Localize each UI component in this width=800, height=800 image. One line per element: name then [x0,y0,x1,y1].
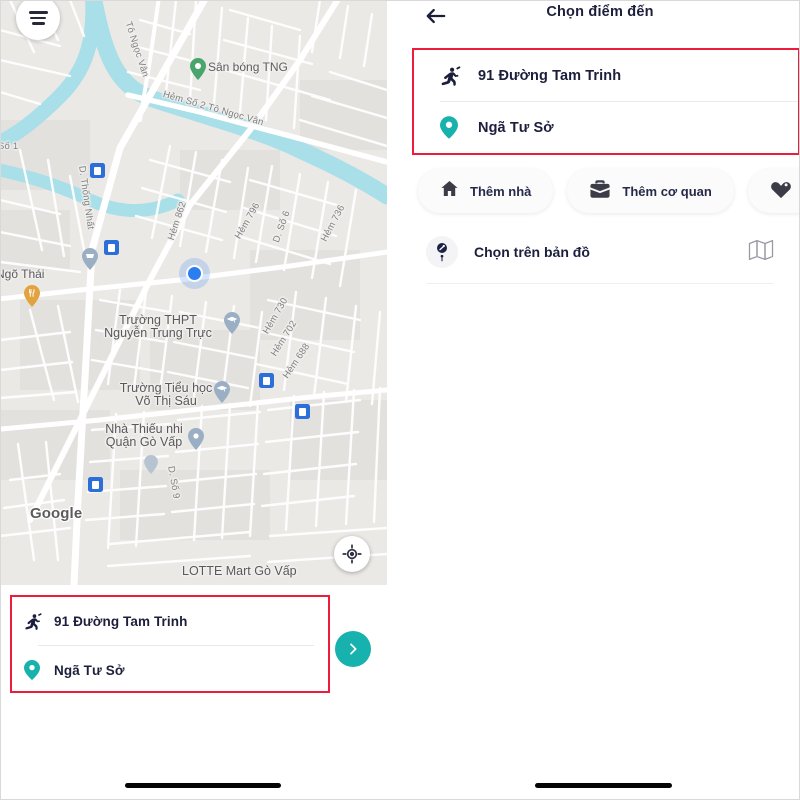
add-work-button[interactable]: Thêm cơ quan [567,169,734,213]
map-label-poi: Sân bóng TNG [208,60,288,74]
confirm-route-button[interactable] [335,631,371,667]
map-bus-stop[interactable] [295,404,310,419]
route-fields-highlight: 91 Đường Tam Trinh Ngã Tư Sở [10,595,330,693]
right-phone-screen: Chọn điểm đến 91 Đường Tam Trinh Ngã Tư … [400,0,800,800]
add-home-button[interactable]: Thêm nhà [418,169,554,213]
destination-fields-highlight: 91 Đường Tam Trinh Ngã Tư Sở [412,48,800,155]
map-canvas[interactable]: Sân bóng TNG Tô Ngọc Vân Hẻm Số 2 Tô Ngọ… [0,0,387,585]
map-pin-school-thpt[interactable] [224,312,240,334]
destination-text: Ngã Tư Sở [54,662,125,678]
pickup-field[interactable]: 91 Đường Tam Trinh [12,597,328,645]
home-indicator-left [125,783,281,788]
map-label-street: Số 1 [0,141,19,152]
map-fold-icon[interactable] [748,238,774,267]
briefcase-icon [589,179,611,204]
map-pin-pick-icon [426,236,458,268]
quick-actions-row: Thêm nhà Thêm cơ quan Thêm địa điểm [418,169,800,213]
map-vector-base [0,0,387,585]
destination-field[interactable]: Ngã Tư Sở [12,646,328,694]
current-location-dot [186,265,203,282]
map-bus-stop[interactable] [259,373,274,388]
map-label-poi: LOTTE Mart Gò Vấp [182,564,297,578]
home-indicator-right [535,783,672,788]
map-bus-stop[interactable] [88,477,103,492]
hamburger-line [31,22,45,25]
map-pin-generic[interactable] [144,455,160,477]
pickup-text: 91 Đường Tam Trinh [478,67,622,84]
left-phone-screen: Sân bóng TNG Tô Ngọc Vân Hẻm Số 2 Tô Ngọ… [0,0,387,800]
hamburger-line [28,11,48,14]
add-work-label: Thêm cơ quan [622,183,712,199]
location-pin-icon [24,660,54,680]
hamburger-line [30,16,46,20]
destination-field[interactable]: Ngã Tư Sở [414,102,798,153]
home-icon [440,179,459,203]
pick-on-map-row[interactable]: Chọn trên bản đồ [400,226,800,278]
my-location-button[interactable] [334,536,370,572]
section-divider [426,283,774,284]
pickup-field[interactable]: 91 Đường Tam Trinh [414,50,798,101]
header-bar: Chọn điểm đến [400,0,800,33]
chevron-right-icon [350,643,357,655]
map-bus-stop[interactable] [104,240,119,255]
map-label-poi: Trường THPT Nguyễn Trung Trực [104,313,212,340]
map-pin-park[interactable] [190,58,206,80]
map-label-poi: Trường Tiểu học Võ Thị Sáu [119,381,213,408]
screenshot-root: Sân bóng TNG Tô Ngọc Vân Hẻm Số 2 Tô Ngọ… [0,0,800,800]
map-pin-shopping[interactable] [82,248,98,270]
add-place-button[interactable]: Thêm địa điểm [747,169,800,213]
pickup-person-icon [440,65,478,87]
pick-on-map-label: Chọn trên bản đồ [474,244,590,260]
add-home-label: Thêm nhà [470,183,532,199]
page-title: Chọn điểm đến [546,4,654,20]
destination-text: Ngã Tư Sở [478,119,554,136]
heart-icon [770,179,792,204]
map-pin-restaurant[interactable] [24,285,40,307]
map-bus-stop[interactable] [90,163,105,178]
map-pin-school-tieuhoc[interactable] [214,381,230,403]
panel-gap [387,0,400,800]
google-attribution: Google [30,505,83,522]
map-label-poi: Nhà Thiếu nhi Quận Gò Vấp [105,422,183,449]
map-label-poi: Ngõ Thái [0,267,45,281]
pickup-text: 91 Đường Tam Trinh [54,613,188,629]
location-pin-icon [440,116,478,139]
pickup-person-icon [24,612,54,631]
my-location-icon [342,544,362,564]
left-bottom-sheet: 91 Đường Tam Trinh Ngã Tư Sở [0,585,387,800]
